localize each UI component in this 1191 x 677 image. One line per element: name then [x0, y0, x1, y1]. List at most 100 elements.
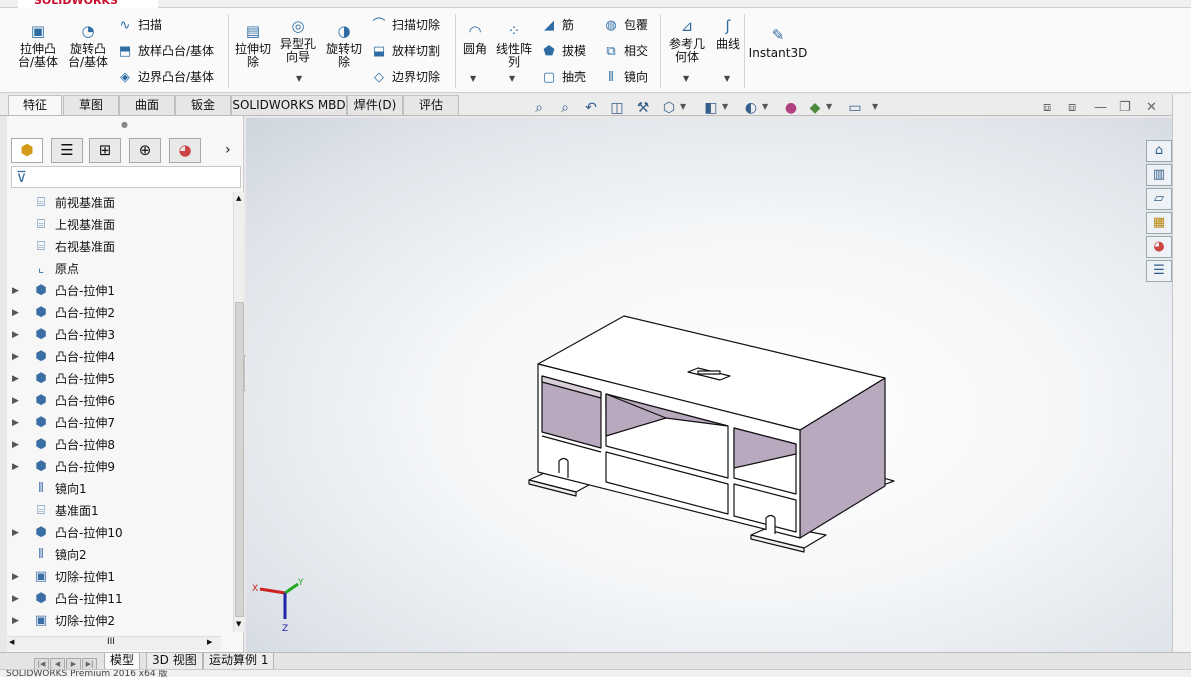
edit-appearance-icon[interactable]: ● [782, 99, 800, 117]
expand-arrow-icon[interactable]: ▶ [12, 346, 19, 368]
swept-cut-button[interactable]: ⌒ 扫描切除 [370, 17, 440, 34]
wrap-button[interactable]: ◍ 包覆 [602, 17, 648, 34]
extrude-cut-button[interactable]: ▤ 拉伸切 除 [232, 22, 274, 69]
tile-right-icon[interactable]: ⧈ [1068, 100, 1076, 115]
chevron-down-icon[interactable]: ▼ [683, 74, 689, 83]
chevron-down-icon[interactable]: ▼ [680, 102, 686, 111]
chevron-down-icon[interactable]: ▼ [826, 102, 832, 111]
appearances-icon[interactable]: ◕ [1146, 236, 1172, 258]
revolve-cut-button[interactable]: ◑ 旋转切 除 [322, 22, 366, 69]
draft-button[interactable]: ⬟ 拔模 [540, 43, 586, 60]
panel-grip-icon[interactable]: ● [121, 120, 128, 129]
apply-scene-icon[interactable]: ◆ [806, 99, 824, 117]
expand-arrow-icon[interactable]: ▶ [12, 324, 19, 346]
tab-sheet-metal[interactable]: 钣金 [175, 95, 231, 115]
chevron-down-icon[interactable]: ▼ [872, 102, 878, 111]
mirror-icon: ⫴ [608, 70, 614, 85]
previous-view-icon[interactable]: ↶ [582, 99, 600, 117]
graphics-area[interactable] [246, 118, 1172, 652]
scrollbar-grip[interactable]: III [107, 637, 115, 647]
tab-model[interactable]: 模型 [104, 653, 141, 670]
expand-arrow-icon[interactable]: ▶ [12, 368, 19, 390]
tab-features[interactable]: 特征 [8, 95, 62, 115]
shell-button[interactable]: ▢ 抽壳 [540, 69, 586, 86]
feature-manager-tab-icon[interactable]: ⬢ [11, 138, 43, 163]
view-settings-icon[interactable]: ▭ [846, 99, 864, 117]
boundary-cut-icon: ◇ [374, 70, 384, 85]
curves-button[interactable]: ʃ 曲线 [712, 17, 744, 51]
close-icon[interactable]: ✕ [1146, 100, 1157, 115]
display-manager-tab-icon[interactable]: ◕ [169, 138, 201, 163]
loft-boss-button[interactable]: ⬒ 放样凸台/基体 [116, 43, 214, 60]
expand-arrow-icon[interactable]: ▶ [12, 610, 19, 632]
reference-geometry-button[interactable]: ⊿ 参考几 何体 [664, 17, 710, 64]
section-view-icon[interactable]: ◫ [608, 99, 626, 117]
tab-mbd[interactable]: SOLIDWORKS MBD [231, 95, 347, 115]
chevron-down-icon[interactable]: ▼ [470, 74, 476, 83]
expand-arrow-icon[interactable]: ▶ [12, 280, 19, 302]
expand-arrow-icon[interactable]: ▶ [12, 588, 19, 610]
scroll-down-icon[interactable]: ▼ [236, 620, 241, 628]
tab-sketch[interactable]: 草图 [63, 95, 119, 115]
hole-wizard-button[interactable]: ◎ 异型孔 向导 [276, 17, 320, 64]
expand-arrow-icon[interactable]: ▶ [12, 456, 19, 478]
tab-weldments[interactable]: 焊件(D) [347, 95, 403, 115]
cabinet-model[interactable] [246, 118, 1172, 652]
extrude-icon: ⬢ [35, 349, 47, 364]
scroll-left-icon[interactable]: ◀ [9, 638, 14, 646]
rib-button[interactable]: ◢ 筋 [540, 17, 574, 34]
dimxpert-tab-icon[interactable]: ⊕ [129, 138, 161, 163]
fillet-button[interactable]: ◠ 圆角 [458, 22, 492, 56]
dynamic-annotation-icon[interactable]: ⚒ [634, 99, 652, 117]
instant3d-button[interactable]: ✎ Instant3D [748, 26, 808, 60]
intersect-button[interactable]: ⧉ 相交 [602, 43, 648, 60]
expand-arrow-icon[interactable]: ▶ [12, 412, 19, 434]
chevron-down-icon[interactable]: ▼ [762, 102, 768, 111]
expand-arrow-icon[interactable]: ▶ [12, 434, 19, 456]
display-style-icon[interactable]: ◧ [702, 99, 720, 117]
home-icon[interactable]: ⌂ [1146, 140, 1172, 162]
zoom-to-area-icon[interactable]: ⌕ [556, 99, 574, 117]
tree-vertical-scrollbar[interactable]: ▲ ▼ [233, 192, 244, 632]
scroll-right-icon[interactable]: ▶ [207, 638, 212, 646]
extrude-boss-button[interactable]: ▣ 拉伸凸 台/基体 [14, 22, 62, 69]
lofted-cut-button[interactable]: ⬓ 放样切割 [370, 43, 440, 60]
design-library-icon[interactable]: ▥ [1146, 164, 1172, 186]
view-orientation-icon[interactable]: ⬡ [660, 99, 678, 117]
tree-horizontal-scrollbar[interactable]: ◀ III ▶ [7, 636, 221, 650]
scroll-up-icon[interactable]: ▲ [236, 194, 241, 202]
configuration-manager-tab-icon[interactable]: ⊞ [89, 138, 121, 163]
property-manager-tab-icon[interactable]: ☰ [51, 138, 83, 163]
expand-arrow-icon[interactable]: ▶ [12, 522, 19, 544]
scrollbar-thumb[interactable] [235, 302, 244, 617]
tab-3d-views[interactable]: 3D 视图 [146, 653, 203, 670]
chevron-down-icon[interactable]: ▼ [722, 102, 728, 111]
chevron-down-icon[interactable]: ▼ [724, 74, 730, 83]
hide-show-items-icon[interactable]: ◐ [742, 99, 760, 117]
tab-motion-study[interactable]: 运动算例 1 [203, 653, 275, 670]
expand-arrow-icon[interactable]: ▶ [12, 302, 19, 324]
boundary-cut-button[interactable]: ◇ 边界切除 [370, 69, 440, 86]
zoom-to-fit-icon[interactable]: ⌕ [530, 99, 548, 117]
file-explorer-icon[interactable]: ▱ [1146, 188, 1172, 210]
chevron-down-icon[interactable]: ▼ [509, 74, 515, 83]
restore-icon[interactable]: ❐ [1119, 100, 1131, 115]
revolve-boss-button[interactable]: ◔ 旋转凸 台/基体 [64, 22, 112, 69]
expand-arrow-icon[interactable]: ▶ [12, 566, 19, 588]
linear-pattern-button[interactable]: ⁘ 线性阵 列 [494, 22, 534, 69]
title-strip: SOLIDWORKS [0, 0, 1191, 8]
tile-left-icon[interactable]: ⧈ [1043, 100, 1051, 115]
tab-evaluate[interactable]: 评估 [403, 95, 459, 115]
chevron-right-icon[interactable]: › [225, 142, 231, 158]
chevron-down-icon[interactable]: ▼ [296, 74, 302, 83]
boundary-boss-button[interactable]: ◈ 边界凸台/基体 [116, 69, 214, 86]
tree-item-label: 上视基准面 [55, 218, 116, 232]
sweep-button[interactable]: ∿ 扫描 [116, 17, 162, 34]
custom-properties-icon[interactable]: ☰ [1146, 260, 1172, 282]
mirror-button[interactable]: ⫴ 镜向 [602, 69, 648, 86]
tab-surfaces[interactable]: 曲面 [119, 95, 175, 115]
minimize-icon[interactable]: — [1094, 100, 1107, 115]
tree-filter-input[interactable]: ⊽ [11, 166, 241, 188]
expand-arrow-icon[interactable]: ▶ [12, 390, 19, 412]
view-palette-icon[interactable]: ▦ [1146, 212, 1172, 234]
